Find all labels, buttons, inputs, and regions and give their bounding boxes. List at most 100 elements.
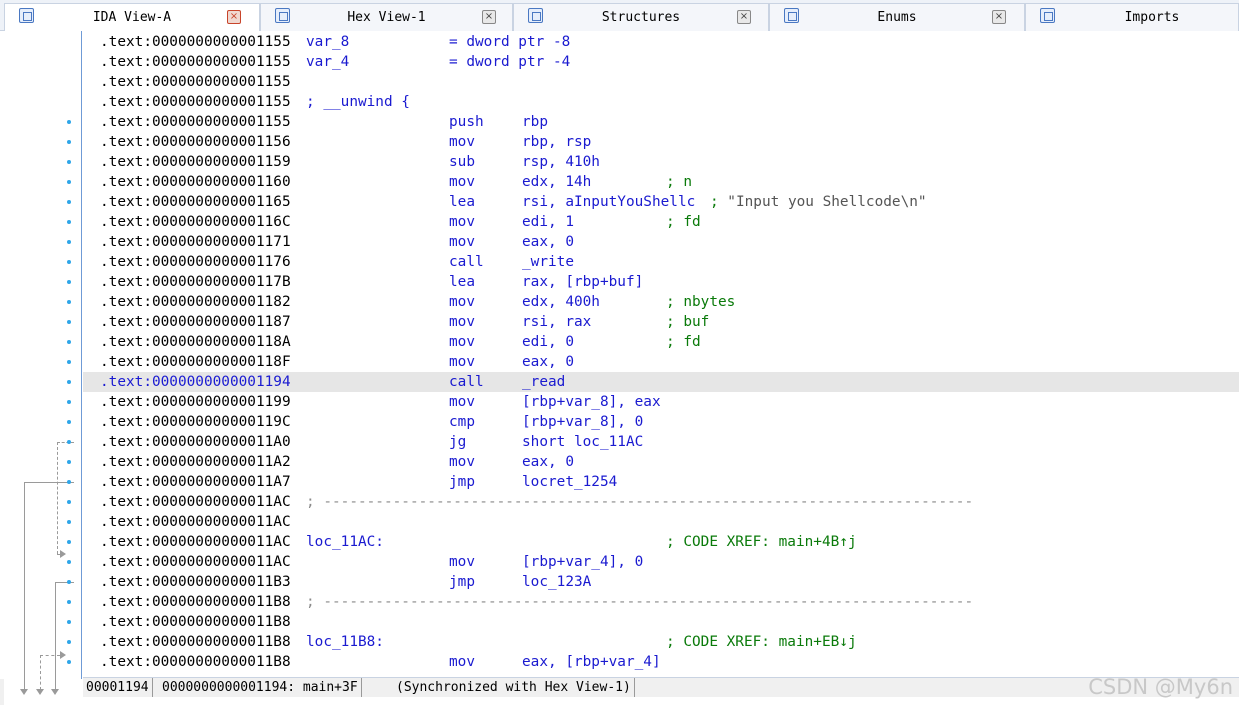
line-dot-icon[interactable] xyxy=(67,460,71,464)
line-dot-icon[interactable] xyxy=(67,620,71,624)
line-dot-icon[interactable] xyxy=(67,120,71,124)
line-dot-icon[interactable] xyxy=(67,360,71,364)
listing-line[interactable]: .text:00000000000011AC ; ----------------… xyxy=(83,492,1239,512)
close-icon[interactable]: × xyxy=(227,10,241,24)
line-operands: locret_1254 xyxy=(522,474,618,490)
flow-arrow-down-icon xyxy=(36,689,44,695)
listing-line[interactable]: .text:0000000000001176 call _write xyxy=(83,252,1239,272)
disassembly-listing[interactable]: .text:0000000000001155 var_8 = dword ptr -… xyxy=(83,31,1239,679)
line-address: .text:0000000000001155 xyxy=(100,74,291,90)
listing-line[interactable]: .text:00000000000011B8 ; ----------------… xyxy=(83,592,1239,612)
tab-hex-view-1[interactable]: Hex View-1 × xyxy=(260,3,513,31)
listing-line[interactable]: .text:00000000000011B8 mov eax, [rbp+var_4… xyxy=(83,652,1239,672)
line-dot-icon[interactable] xyxy=(67,500,71,504)
line-dot-icon[interactable] xyxy=(67,540,71,544)
listing-line[interactable]: .text:000000000000116C mov edi, 1 ; fd xyxy=(83,212,1239,232)
listing-line[interactable]: .text:00000000000011B8 xyxy=(83,612,1239,632)
line-address: .text:00000000000011AC xyxy=(100,494,291,510)
tab-bar: IDA View-A × Hex View-1 × Structures × E… xyxy=(0,0,1239,32)
listing-line[interactable]: .text:0000000000001182 mov edx, 400h ; nbyt… xyxy=(83,292,1239,312)
listing-line[interactable]: .text:0000000000001187 mov rsi, rax ; buf xyxy=(83,312,1239,332)
line-dot-icon[interactable] xyxy=(67,520,71,524)
line-mnemonic: mov xyxy=(449,234,475,250)
line-operands: eax, [rbp+var_4] xyxy=(522,654,661,670)
close-icon[interactable]: × xyxy=(482,10,496,24)
line-operands: [rbp+var_4], 0 xyxy=(522,554,644,570)
line-dot-icon[interactable] xyxy=(67,160,71,164)
line-dot-icon[interactable] xyxy=(67,240,71,244)
listing-line[interactable]: .text:0000000000001165 lea rsi, aInputYouS… xyxy=(83,192,1239,212)
listing-line[interactable]: .text:0000000000001155 var_4 = dword ptr -… xyxy=(83,52,1239,72)
line-operands: rsi, aInputYouShellc xyxy=(522,194,696,210)
line-dot-icon[interactable] xyxy=(67,480,71,484)
tab-enums[interactable]: Enums × xyxy=(769,3,1025,31)
listing-line[interactable]: .text:0000000000001155 var_8 = dword ptr -… xyxy=(83,32,1239,52)
line-dot-icon[interactable] xyxy=(67,340,71,344)
line-address: .text:0000000000001182 xyxy=(100,294,291,310)
listing-line[interactable]: .text:0000000000001160 mov edx, 14h ; n xyxy=(83,172,1239,192)
listing-line[interactable]: .text:00000000000011A2 mov eax, 0 xyxy=(83,452,1239,472)
line-operands: short loc_11AC xyxy=(522,434,644,450)
line-dot-icon[interactable] xyxy=(67,280,71,284)
listing-line[interactable]: .text:000000000000117B lea rax, [rbp+buf] xyxy=(83,272,1239,292)
flow-arrow-line xyxy=(57,442,58,554)
listing-line[interactable]: .text:0000000000001194 call _read xyxy=(83,372,1239,392)
tab-imports[interactable]: Imports xyxy=(1025,3,1239,31)
listing-line[interactable]: .text:0000000000001171 mov eax, 0 xyxy=(83,232,1239,252)
line-address: .text:0000000000001159 xyxy=(100,154,291,170)
line-dot-icon[interactable] xyxy=(67,300,71,304)
listing-line[interactable]: .text:00000000000011A7 jmp locret_1254 xyxy=(83,472,1239,492)
line-mnemonic: call xyxy=(449,254,484,270)
line-address: .text:00000000000011A2 xyxy=(100,454,291,470)
flow-arrow-down-icon xyxy=(51,689,59,695)
close-icon[interactable]: × xyxy=(737,10,751,24)
listing-line[interactable]: .text:0000000000001199 mov [rbp+var_8], ea… xyxy=(83,392,1239,412)
line-dot-icon[interactable] xyxy=(67,200,71,204)
line-dot-icon[interactable] xyxy=(67,440,71,444)
line-dot-icon[interactable] xyxy=(67,220,71,224)
listing-line[interactable]: .text:00000000000011B3 jmp loc_123A xyxy=(83,572,1239,592)
listing-line[interactable]: .text:000000000000119C cmp [rbp+var_8], 0 xyxy=(83,412,1239,432)
listing-line[interactable]: .text:000000000000118F mov eax, 0 xyxy=(83,352,1239,372)
line-mnemonic: lea xyxy=(449,274,475,290)
listing-line[interactable]: .text:000000000000118A mov edi, 0 ; fd xyxy=(83,332,1239,352)
line-comment-string: "Input you Shellcode\n" xyxy=(727,194,927,210)
listing-line[interactable]: .text:00000000000011AC mov [rbp+var_4], 0 xyxy=(83,552,1239,572)
line-address: .text:0000000000001160 xyxy=(100,174,291,190)
tab-label: IDA View-A xyxy=(92,10,172,25)
close-icon[interactable]: × xyxy=(992,10,1006,24)
line-operands: loc_123A xyxy=(522,574,592,590)
line-dot-icon[interactable] xyxy=(67,380,71,384)
listing-line[interactable]: .text:0000000000001155 push rbp xyxy=(83,112,1239,132)
line-dot-icon[interactable] xyxy=(67,580,71,584)
line-address: .text:000000000000116C xyxy=(100,214,291,230)
line-dot-icon[interactable] xyxy=(67,560,71,564)
line-dot-icon[interactable] xyxy=(67,400,71,404)
listing-line[interactable]: .text:00000000000011A0 jg short loc_11AC xyxy=(83,432,1239,452)
listing-line[interactable]: .text:0000000000001155 ; __unwind { xyxy=(83,92,1239,112)
tab-structures[interactable]: Structures × xyxy=(513,3,769,31)
line-operands: edx, 400h xyxy=(522,294,600,310)
tab-ida-view-a[interactable]: IDA View-A × xyxy=(4,3,260,32)
listing-line[interactable]: .text:00000000000011B8 loc_11B8: ; CODE XR… xyxy=(83,632,1239,652)
listing-line[interactable]: .text:0000000000001159 sub rsp, 410h xyxy=(83,152,1239,172)
line-dot-icon[interactable] xyxy=(67,660,71,664)
line-dot-icon[interactable] xyxy=(67,320,71,324)
line-dot-icon[interactable] xyxy=(67,640,71,644)
listing-line[interactable]: .text:00000000000011AC xyxy=(83,512,1239,532)
line-dot-icon[interactable] xyxy=(67,140,71,144)
line-dot-icon[interactable] xyxy=(67,600,71,604)
line-dot-icon[interactable] xyxy=(67,180,71,184)
listing-line[interactable]: .text:0000000000001155 xyxy=(83,72,1239,92)
line-address: .text:00000000000011AC xyxy=(100,554,291,570)
line-dot-icon[interactable] xyxy=(67,420,71,424)
status-bar: 00001194 0000000000001194: main+3F (Sync… xyxy=(83,677,1239,697)
line-operands: rbp, rsp xyxy=(522,134,592,150)
flow-arrow-line xyxy=(57,554,61,555)
line-dot-icon[interactable] xyxy=(67,260,71,264)
line-xref-comment: ; CODE XREF: main+EB↓j xyxy=(666,634,857,650)
line-unwind-comment: ; __unwind { xyxy=(306,94,410,110)
listing-line[interactable]: .text:0000000000001156 mov rbp, rsp xyxy=(83,132,1239,152)
line-mnemonic: cmp xyxy=(449,414,475,430)
listing-line[interactable]: .text:00000000000011AC loc_11AC: ; CODE XR… xyxy=(83,532,1239,552)
